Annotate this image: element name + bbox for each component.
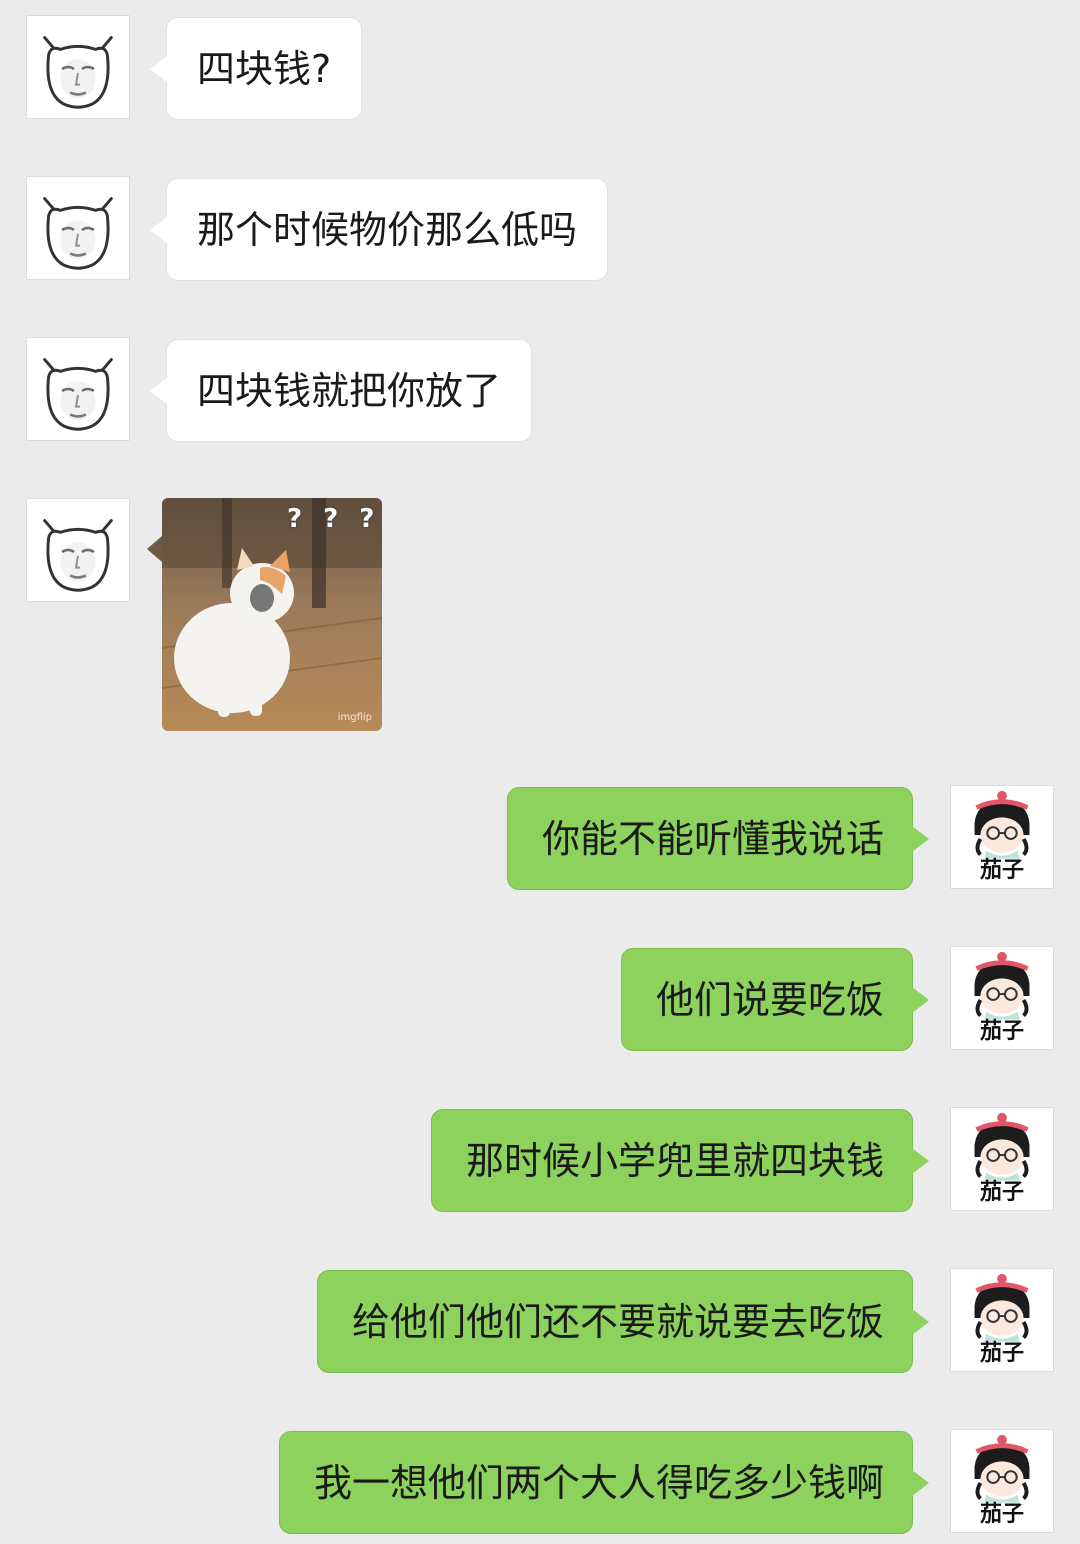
message-text: 四块钱? xyxy=(197,47,332,91)
self-avatar[interactable]: 茄子 xyxy=(950,785,1054,889)
sender-avatar[interactable] xyxy=(26,15,130,119)
self-avatar[interactable]: 茄子 xyxy=(950,1429,1054,1533)
sent-message-bubble[interactable]: 给他们他们还不要就说要去吃饭 xyxy=(316,1270,929,1373)
bubble-tail xyxy=(150,378,167,404)
received-message-bubble[interactable]: 四块钱? xyxy=(150,17,363,120)
message-text: 我一想他们两个大人得吃多少钱啊 xyxy=(313,1461,884,1505)
image-message[interactable]: ? ? ? imgflip xyxy=(147,498,382,731)
avatar-label: 茄子 xyxy=(979,1019,1024,1044)
bubble-tail xyxy=(150,217,167,243)
message-text: 你能不能听懂我说话 xyxy=(541,817,884,861)
cat-face-avatar-icon xyxy=(27,177,129,279)
sent-message-bubble[interactable]: 我一想他们两个大人得吃多少钱啊 xyxy=(278,1431,929,1534)
cat-face-avatar-icon xyxy=(27,499,129,601)
avatar-label: 茄子 xyxy=(979,1341,1024,1366)
message-text: 给他们他们还不要就说要去吃饭 xyxy=(351,1300,884,1344)
sent-message-bubble[interactable]: 他们说要吃饭 xyxy=(620,948,929,1051)
bubble-tail xyxy=(912,1470,929,1496)
sender-avatar[interactable] xyxy=(26,337,130,441)
gif-overlay-text: ? ? ? xyxy=(287,504,381,534)
cat-face-avatar-icon xyxy=(27,16,129,118)
avatar-label: 茄子 xyxy=(979,1502,1024,1527)
self-avatar[interactable]: 茄子 xyxy=(950,1268,1054,1372)
message-text: 那个时候物价那么低吗 xyxy=(197,208,578,252)
cat-face-avatar-icon xyxy=(27,338,129,440)
bubble-tail xyxy=(147,536,162,562)
bubble-tail xyxy=(912,987,929,1013)
received-message-bubble[interactable]: 那个时候物价那么低吗 xyxy=(150,178,609,281)
message-text: 四块钱就把你放了 xyxy=(197,369,502,413)
self-avatar[interactable]: 茄子 xyxy=(950,1107,1054,1211)
chat-thread: 四块钱? 那个时候物价那么低吗 四块钱就把你放了 ? ? ? imgflip 茄… xyxy=(0,0,1080,1544)
message-text: 他们说要吃饭 xyxy=(655,978,884,1022)
bubble-tail xyxy=(150,56,167,82)
sent-message-bubble[interactable]: 那时候小学兜里就四块钱 xyxy=(430,1109,929,1212)
avatar-label: 茄子 xyxy=(979,858,1024,883)
received-message-bubble[interactable]: 四块钱就把你放了 xyxy=(150,339,533,442)
gif-watermark: imgflip xyxy=(337,712,372,723)
bubble-tail xyxy=(912,1309,929,1335)
sent-message-bubble[interactable]: 你能不能听懂我说话 xyxy=(506,787,929,890)
avatar-label: 茄子 xyxy=(979,1180,1024,1205)
sender-avatar[interactable] xyxy=(26,498,130,602)
bubble-tail xyxy=(912,1148,929,1174)
self-avatar[interactable]: 茄子 xyxy=(950,946,1054,1050)
bubble-tail xyxy=(912,826,929,852)
message-text: 那时候小学兜里就四块钱 xyxy=(465,1139,884,1183)
sender-avatar[interactable] xyxy=(26,176,130,280)
